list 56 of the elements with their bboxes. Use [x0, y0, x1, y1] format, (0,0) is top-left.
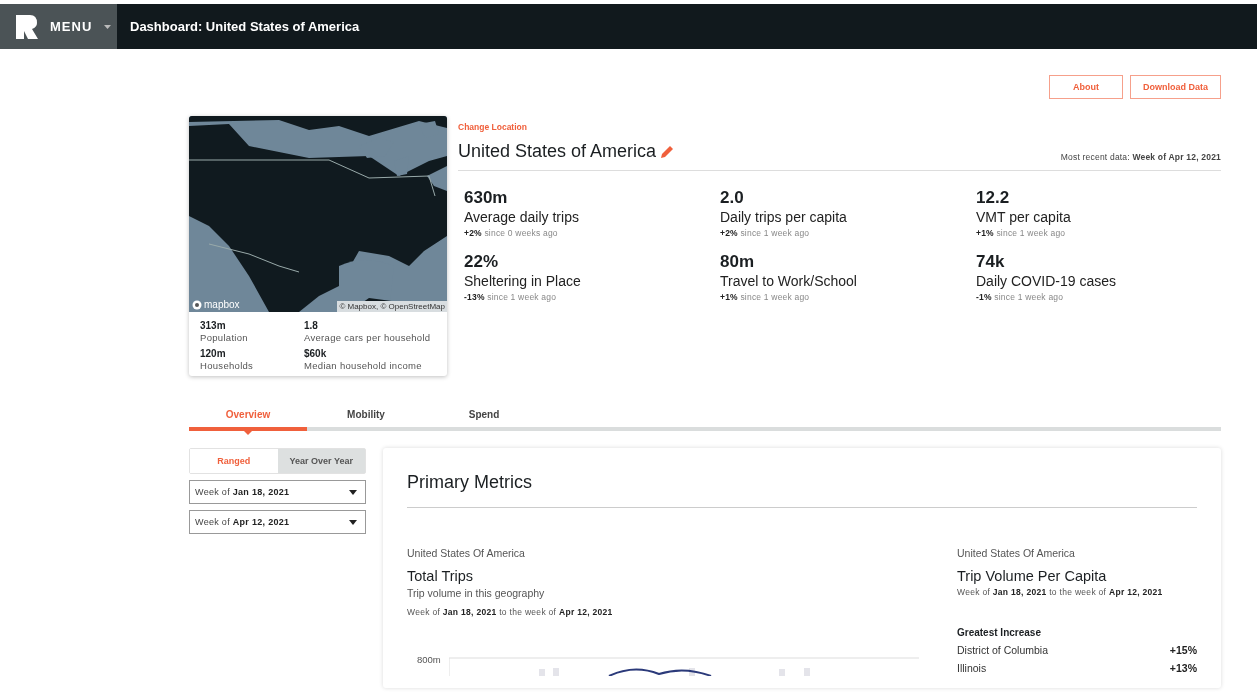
stat-label: VMT per capita — [976, 209, 1072, 225]
date-range[interactable]: Week of Jan 18, 2021 to the week of Apr 12, 2021 — [407, 607, 957, 617]
stat-value: 12.2 — [976, 188, 1011, 208]
caret-icon — [104, 24, 112, 29]
fact-value: 120m — [200, 348, 227, 360]
change-value: +13% — [1169, 662, 1197, 674]
caret-icon — [349, 519, 357, 525]
stat-change: +2% since 1 week ago — [720, 228, 811, 238]
stat-change: +1% since 1 week ago — [720, 292, 811, 302]
panel-title: Primary Metrics — [407, 472, 1197, 508]
stat-label: Daily COVID-19 cases — [976, 273, 1118, 289]
stat-value: 74k — [976, 252, 1006, 272]
axis-label: 800m — [417, 654, 441, 665]
change-value: +15% — [1169, 644, 1197, 656]
toggle-option[interactable]: Year Over Year — [277, 449, 365, 473]
stat-value: 630m — [464, 188, 509, 208]
stat-change: -1% since 1 week ago — [976, 292, 1065, 302]
map-attribution: © Mapbox, © OpenStreetMap — [337, 301, 447, 312]
recent-data-note: Most recent data: Week of Apr 12, 2021 — [1060, 152, 1221, 162]
chart-subtitle: Trip volume in this geography — [407, 587, 546, 599]
stat-label: Average daily trips — [464, 209, 580, 225]
stat-change: +1% since 1 week ago — [976, 228, 1067, 238]
chart-title: Trip Volume Per Capita — [957, 568, 1108, 584]
fact-label: Median household income — [304, 360, 423, 371]
fact-label: Average cars per household — [304, 332, 432, 343]
map-logo: mapbox — [192, 299, 240, 310]
date-range: Week of Jan 18, 2021 to the week of Apr 12, 2021 — [957, 587, 1164, 597]
date-dropdown[interactable]: Week of Jan 18, 2021 — [189, 480, 366, 504]
fact-value: 1.8 — [304, 320, 319, 332]
page-title: Dashboard: United States of America — [130, 19, 360, 34]
chart-title: Total Trips — [407, 568, 475, 584]
location-name: United States of America — [458, 141, 657, 162]
caret-icon — [349, 489, 357, 495]
date-dropdown[interactable]: Week of Apr 12, 2021 — [189, 510, 366, 534]
region-label: United States Of America — [407, 547, 526, 559]
region-name: District of Columbia — [957, 644, 1049, 656]
stat-label: Daily trips per capita — [720, 209, 848, 225]
fact-value: 313m — [200, 320, 227, 332]
stat-label: Sheltering in Place — [464, 273, 582, 289]
stat-value: 2.0 — [720, 188, 745, 208]
stat-label: Travel to Work/School — [720, 273, 858, 289]
fact-label: Households — [200, 360, 255, 371]
stat-change: -13% since 1 week ago — [464, 292, 558, 302]
region-name: Illinois — [957, 662, 987, 674]
stat-value: 22% — [464, 252, 500, 272]
logo-icon — [16, 14, 38, 39]
fact-value: $60k — [304, 348, 328, 360]
pencil-icon[interactable] — [661, 145, 675, 158]
fact-label: Population — [200, 332, 249, 343]
menu-button[interactable]: MENU — [0, 4, 117, 49]
region-label: United States Of America — [957, 547, 1076, 559]
tab[interactable]: Spend — [425, 401, 543, 431]
tab[interactable]: Mobility — [307, 401, 425, 431]
stat-change: +2% since 0 weeks ago — [464, 228, 559, 238]
list-title: Greatest Increase — [957, 627, 1042, 638]
stat-value: 80m — [720, 252, 756, 272]
